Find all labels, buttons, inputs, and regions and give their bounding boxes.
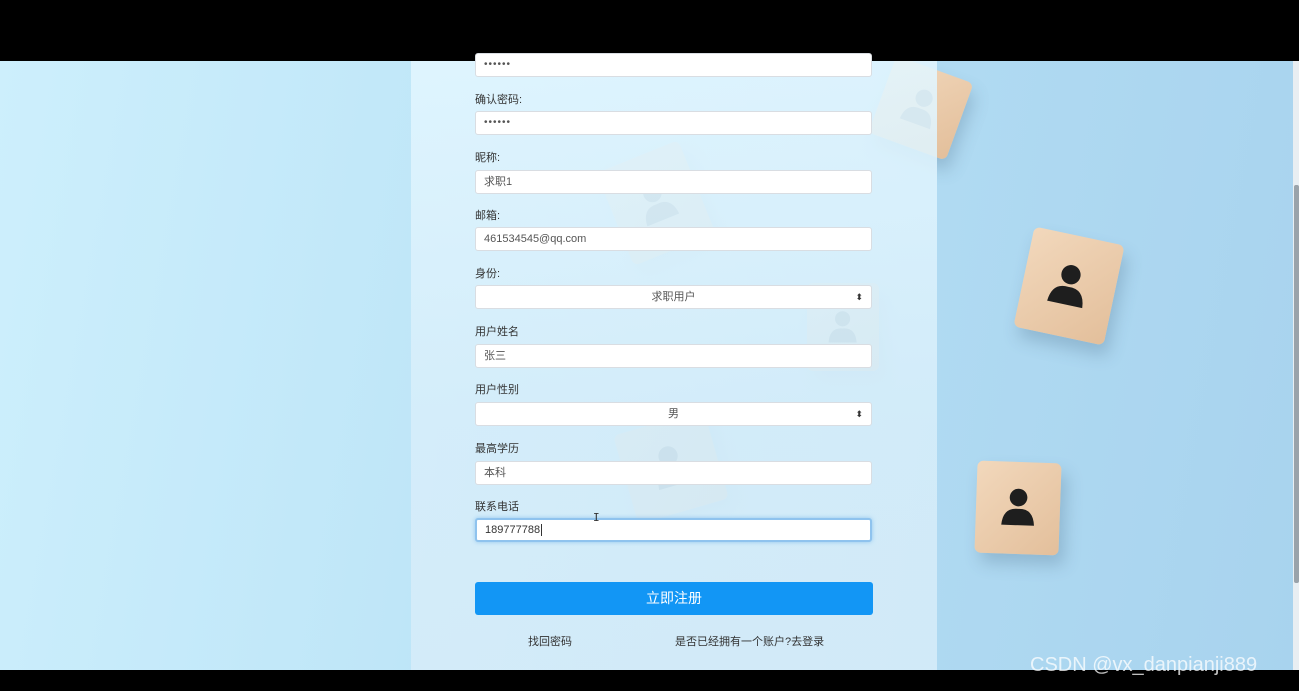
email-label: 邮箱:	[475, 210, 501, 222]
person-icon	[1001, 489, 1034, 527]
top-black-bar	[0, 0, 1299, 61]
password-input[interactable]: ••••••	[475, 53, 872, 77]
person-icon	[1047, 265, 1083, 309]
csdn-watermark: CSDN @vx_danpianji889	[1030, 654, 1258, 676]
role-label: 身份:	[475, 268, 501, 280]
select-arrows-icon: ⬍	[855, 292, 863, 302]
education-input[interactable]: 本科	[475, 461, 872, 485]
role-select-value: 求职用户	[651, 291, 696, 303]
phone-input-value: 189777788	[485, 524, 541, 536]
select-arrows-icon: ⬍	[855, 409, 863, 419]
nickname-label: 昵称:	[475, 152, 501, 164]
confirm-password-label: 确认密码:	[475, 94, 523, 106]
scrollbar-thumb[interactable]	[1294, 185, 1299, 583]
login-link[interactable]: 是否已经拥有一个账户?去登录	[675, 633, 824, 649]
ibeam-cursor-icon: I	[593, 511, 600, 524]
register-button[interactable]: 立即注册	[475, 582, 873, 615]
role-select[interactable]: 求职用户 ⬍	[475, 285, 872, 309]
nickname-input[interactable]: 求职1	[475, 170, 872, 194]
gender-label: 用户性别	[475, 384, 519, 396]
decor-cube-right-upper	[1013, 226, 1125, 346]
forgot-password-link[interactable]: 找回密码	[528, 633, 572, 649]
email-input[interactable]: 461534545@qq.com	[475, 227, 872, 251]
phone-label: 联系电话	[475, 501, 519, 513]
text-caret	[541, 524, 543, 537]
gender-select-value: 男	[668, 408, 679, 420]
education-label: 最高学历	[475, 443, 519, 455]
gender-select[interactable]: 男 ⬍	[475, 402, 872, 426]
decor-cube-right-lower	[974, 460, 1062, 556]
real-name-input[interactable]: 张三	[475, 344, 872, 368]
confirm-password-input[interactable]: ••••••	[475, 111, 872, 135]
real-name-label: 用户姓名	[475, 326, 519, 338]
phone-input[interactable]: 189777788	[475, 518, 872, 542]
